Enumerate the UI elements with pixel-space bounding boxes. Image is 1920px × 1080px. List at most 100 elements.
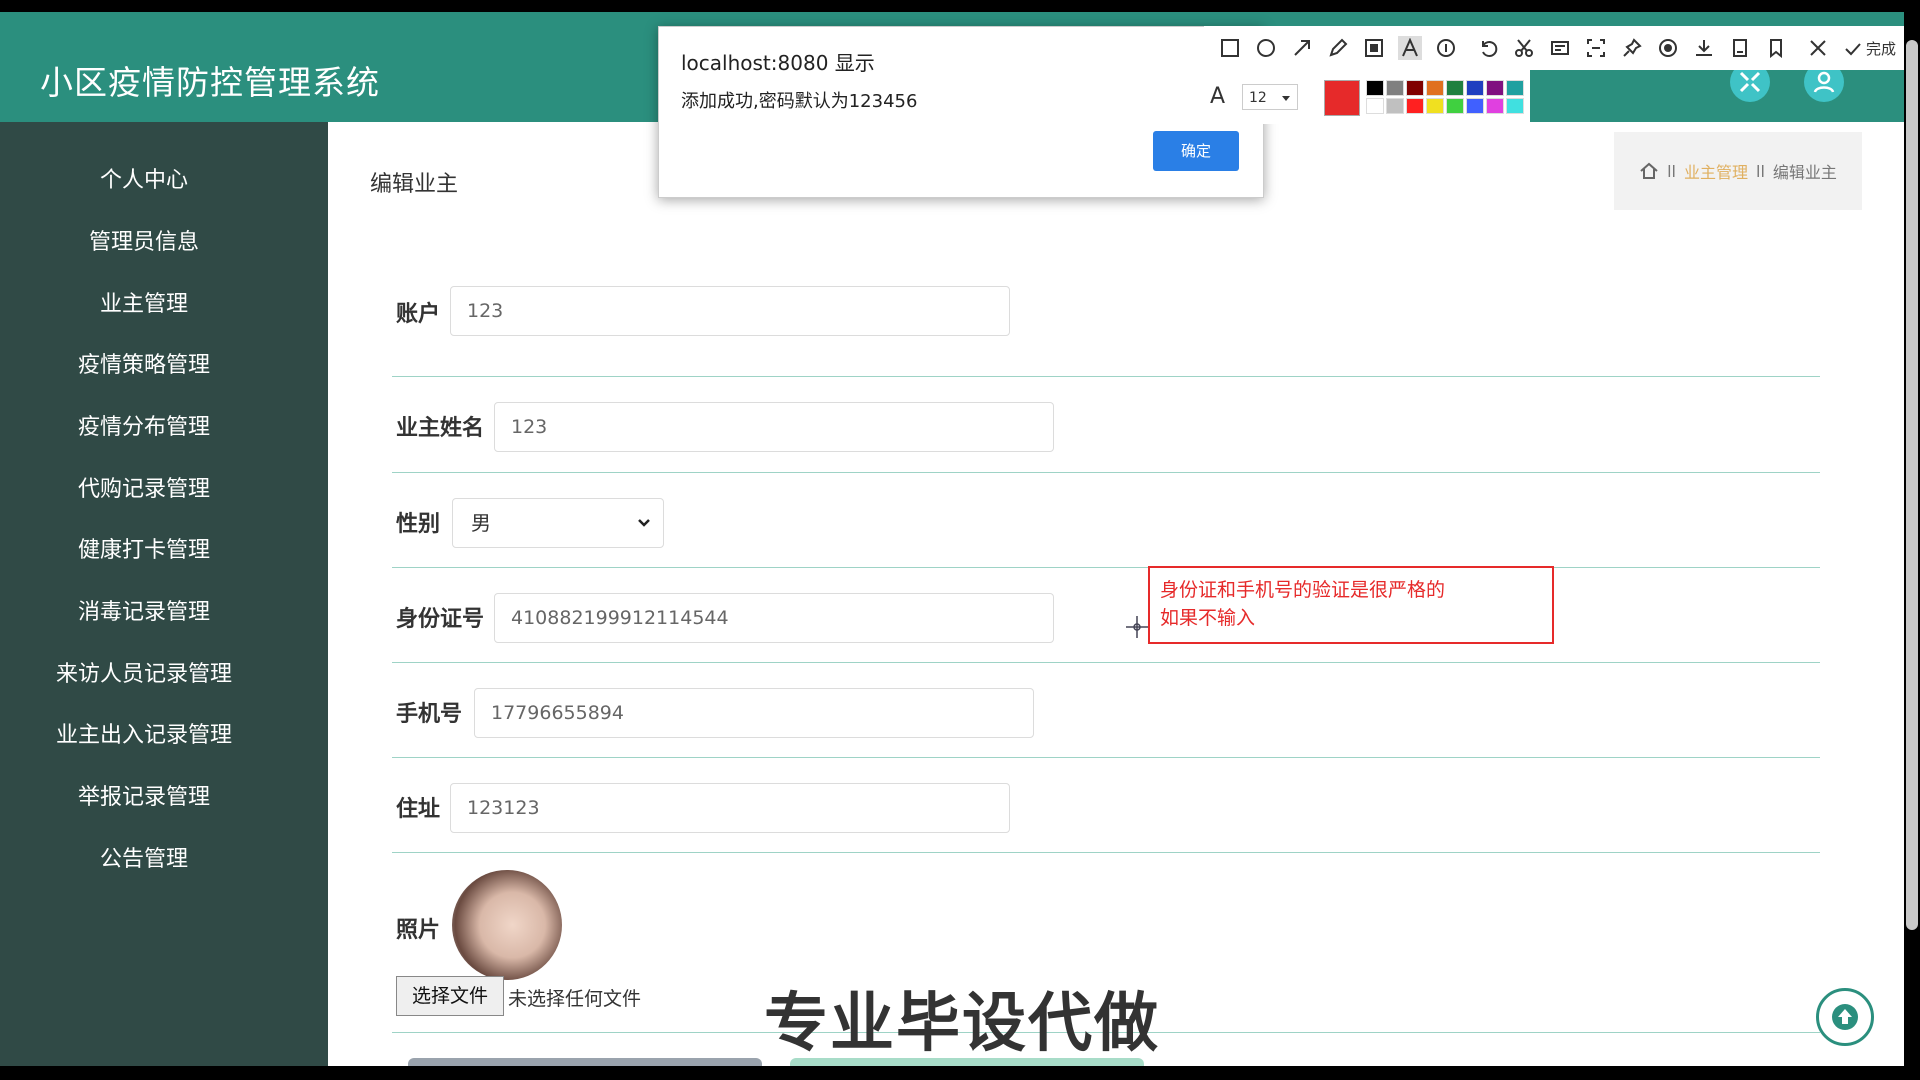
sidebar-item-epidemic-strategy[interactable]: 疫情策略管理 [0,347,288,379]
record-icon[interactable] [1656,36,1680,60]
app-title: 小区疫情防控管理系统 [40,63,380,102]
no-file-chosen-text: 未选择任何文件 [508,988,642,1010]
download-icon[interactable] [1692,36,1716,60]
color-swatch[interactable] [1366,80,1384,96]
dialog-title: localhost:8080 显示 [681,51,875,75]
ocr-icon[interactable] [1548,36,1572,60]
id-number-input[interactable]: 410882199912114544 [494,593,1054,643]
bookmark-icon[interactable] [1764,36,1788,60]
form-row-address: 住址 123123 [392,757,1820,853]
long-screenshot-icon[interactable] [1728,36,1752,60]
text-style-toolbar: A 12 [1204,70,1530,124]
done-button[interactable]: 完成 [1844,38,1896,59]
address-label: 住址 [396,797,441,822]
color-swatch[interactable] [1366,98,1384,114]
breadcrumb-parent[interactable]: 业主管理 [1684,159,1748,183]
pin-icon[interactable] [1620,36,1644,60]
font-size-select[interactable]: 12 [1242,84,1298,110]
annotation-line-2: 如果不输入 [1160,607,1256,629]
phone-input[interactable]: 17796655894 [474,688,1034,738]
form-row-gender: 性别 男 [392,472,1820,568]
alert-dialog: localhost:8080 显示 添加成功,密码默认为123456 确定 [658,26,1264,198]
ellipse-tool-icon[interactable] [1254,36,1278,60]
id-number-label: 身份证号 [396,607,485,632]
color-swatch[interactable] [1426,80,1444,96]
sidebar-item-announcements[interactable]: 公告管理 [0,841,288,873]
sidebar-item-disinfection-records[interactable]: 消毒记录管理 [0,594,288,626]
browser-viewport: 小区疫情防控管理系统 个人中心 管理员信息 业主管理 疫情策略管理 疫情分布管理… [0,12,1904,1066]
screenshot-toolbar: 完成 [1204,26,1904,70]
color-swatch[interactable] [1486,98,1504,114]
account-label: 账户 [396,302,441,327]
color-swatch[interactable] [1446,98,1464,114]
mosaic-tool-icon[interactable] [1362,36,1386,60]
color-swatch[interactable] [1446,80,1464,96]
chevron-down-icon [1282,96,1290,101]
page-title: 编辑业主 [370,172,459,197]
scrollbar-thumb[interactable] [1906,40,1918,930]
back-to-top-button[interactable] [1816,988,1874,1046]
color-swatch[interactable] [1486,80,1504,96]
color-palette [1366,80,1524,114]
sidebar-item-owner-access-records[interactable]: 业主出入记录管理 [0,717,288,749]
sidebar: 个人中心 管理员信息 业主管理 疫情策略管理 疫情分布管理 代购记录管理 健康打… [0,122,328,1066]
color-swatch[interactable] [1466,80,1484,96]
form-row-owner-name: 业主姓名 123 [392,376,1820,473]
arrow-up-icon [1832,1004,1858,1030]
sidebar-item-purchase-records[interactable]: 代购记录管理 [0,471,288,503]
text-tool-icon[interactable] [1398,36,1422,60]
cut-icon[interactable] [1512,36,1536,60]
color-swatch[interactable] [1406,80,1424,96]
font-size-value: 12 [1249,90,1267,106]
sidebar-item-visitor-records[interactable]: 来访人员记录管理 [0,656,288,688]
breadcrumb-separator: ll [1667,161,1676,181]
breadcrumb-separator: ll [1756,161,1765,181]
account-input[interactable]: 123 [450,286,1010,336]
reset-button[interactable] [408,1058,762,1066]
gender-label: 性别 [396,512,441,537]
close-icon[interactable] [1806,36,1830,60]
current-color-swatch[interactable] [1324,80,1360,116]
sidebar-item-personal-center[interactable]: 个人中心 [0,162,288,194]
color-swatch[interactable] [1506,98,1524,114]
pencil-tool-icon[interactable] [1326,36,1350,60]
annotation-textbox[interactable]: 身份证和手机号的验证是很严格的 如果不输入 [1148,566,1554,644]
color-swatch[interactable] [1386,80,1404,96]
address-input[interactable]: 123123 [450,783,1010,833]
scroll-capture-icon[interactable] [1584,36,1608,60]
phone-label: 手机号 [396,702,463,727]
form-row-phone: 手机号 17796655894 [392,662,1820,758]
watermark-text: 专业毕设代做 [764,987,1160,1061]
gender-select[interactable]: 男 [452,498,664,548]
sidebar-item-report-records[interactable]: 举报记录管理 [0,779,288,811]
font-icon: A [1210,84,1226,109]
owner-name-input[interactable]: 123 [494,402,1054,452]
check-icon [1845,42,1861,55]
color-swatch[interactable] [1506,80,1524,96]
owner-name-label: 业主姓名 [396,416,485,441]
color-swatch[interactable] [1426,98,1444,114]
chevron-down-icon [638,519,650,527]
owner-photo [452,870,562,980]
number-marker-icon[interactable] [1434,36,1458,60]
sidebar-item-owner-management[interactable]: 业主管理 [0,286,288,318]
dialog-ok-button[interactable]: 确定 [1153,131,1239,171]
main-content: 编辑业主 ll 业主管理 ll 编辑业主 账户 123 业主姓名 123 性别 … [328,122,1904,1066]
color-swatch[interactable] [1386,98,1404,114]
gender-select-value: 男 [471,511,491,535]
choose-file-button[interactable]: 选择文件 [396,976,504,1016]
sidebar-item-health-checkin[interactable]: 健康打卡管理 [0,532,288,564]
sidebar-item-admin-info[interactable]: 管理员信息 [0,224,288,256]
rectangle-tool-icon[interactable] [1218,36,1242,60]
form-row-account: 账户 123 [392,242,1820,377]
undo-icon[interactable] [1476,36,1500,60]
color-swatch[interactable] [1466,98,1484,114]
form-row-id-number: 身份证号 410882199912114544 [392,567,1820,663]
breadcrumb: ll 业主管理 ll 编辑业主 [1614,132,1862,210]
home-icon[interactable] [1639,161,1659,181]
crosshair-icon [1126,616,1148,638]
sidebar-item-epidemic-distribution[interactable]: 疫情分布管理 [0,409,288,441]
annotation-line-1: 身份证和手机号的验证是很严格的 [1160,579,1446,601]
color-swatch[interactable] [1406,98,1424,114]
arrow-tool-icon[interactable] [1290,36,1314,60]
